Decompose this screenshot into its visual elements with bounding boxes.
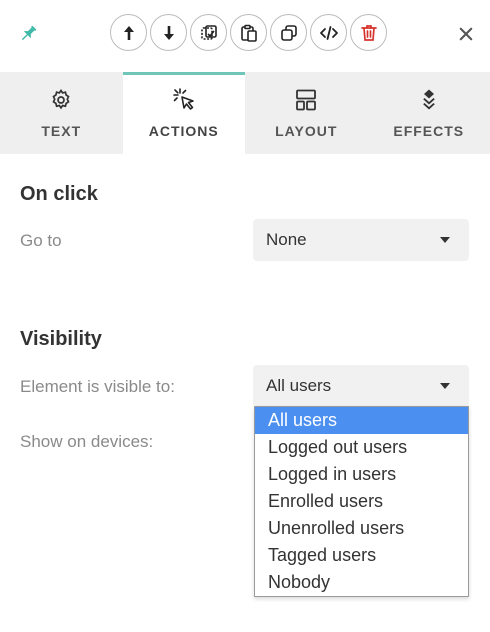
visible-to-label: Element is visible to:	[20, 377, 175, 396]
visibility-heading: Visibility	[20, 328, 102, 350]
tab-bar: TEXT ACTIONS LAYOUT EFFECTS	[0, 72, 490, 154]
visible-to-select[interactable]: All users	[253, 365, 469, 407]
go-to-select[interactable]: None	[253, 219, 469, 261]
close-icon[interactable]	[454, 22, 478, 46]
tab-effects[interactable]: EFFECTS	[368, 72, 490, 154]
dropdown-option[interactable]: All users	[255, 407, 468, 434]
clipboard-icon	[240, 24, 257, 42]
tab-label: ACTIONS	[148, 123, 219, 139]
arrow-down-icon	[163, 25, 174, 40]
show-on-devices-label: Show on devices:	[20, 432, 154, 451]
click-cursor-icon	[171, 87, 197, 113]
dropdown-option[interactable]: Unenrolled users	[255, 515, 468, 542]
dropdown-option[interactable]: Tagged users	[255, 542, 468, 569]
tab-label: LAYOUT	[275, 123, 338, 139]
dropdown-option[interactable]: Nobody	[255, 569, 468, 596]
go-to-value: None	[266, 230, 307, 249]
dropdown-option[interactable]: Logged in users	[255, 461, 468, 488]
visibility-dropdown-list: All users Logged out users Logged in use…	[254, 406, 469, 597]
tab-layout[interactable]: LAYOUT	[245, 72, 368, 154]
paste-button[interactable]	[230, 14, 267, 51]
code-icon	[319, 25, 338, 40]
dropdown-option[interactable]: Logged out users	[255, 434, 468, 461]
visible-to-value: All users	[266, 376, 332, 395]
trash-icon	[360, 24, 377, 41]
gear-icon	[48, 87, 74, 113]
on-click-heading: On click	[20, 183, 98, 205]
go-to-label: Go to	[20, 231, 62, 250]
tool-group	[110, 14, 387, 52]
duplicate-button[interactable]	[270, 14, 307, 51]
tab-text[interactable]: TEXT	[0, 72, 123, 154]
move-up-button[interactable]	[110, 14, 147, 51]
tab-label: TEXT	[41, 123, 82, 139]
layout-icon	[293, 87, 319, 113]
code-button[interactable]	[310, 14, 347, 51]
arrow-up-icon	[123, 25, 134, 40]
duplicate-icon	[280, 24, 297, 41]
tab-actions[interactable]: ACTIONS	[122, 72, 245, 154]
delete-button[interactable]	[350, 14, 387, 51]
layers-icon	[416, 87, 442, 113]
copy-style-icon	[200, 24, 217, 40]
move-down-button[interactable]	[150, 14, 187, 51]
chevron-down-icon	[440, 383, 450, 389]
dropdown-option[interactable]: Enrolled users	[255, 488, 468, 515]
copy-style-button[interactable]	[190, 14, 227, 51]
chevron-down-icon	[440, 237, 450, 243]
pin-icon[interactable]	[16, 22, 40, 46]
tab-label: EFFECTS	[393, 123, 465, 139]
toolbar	[0, 0, 490, 72]
